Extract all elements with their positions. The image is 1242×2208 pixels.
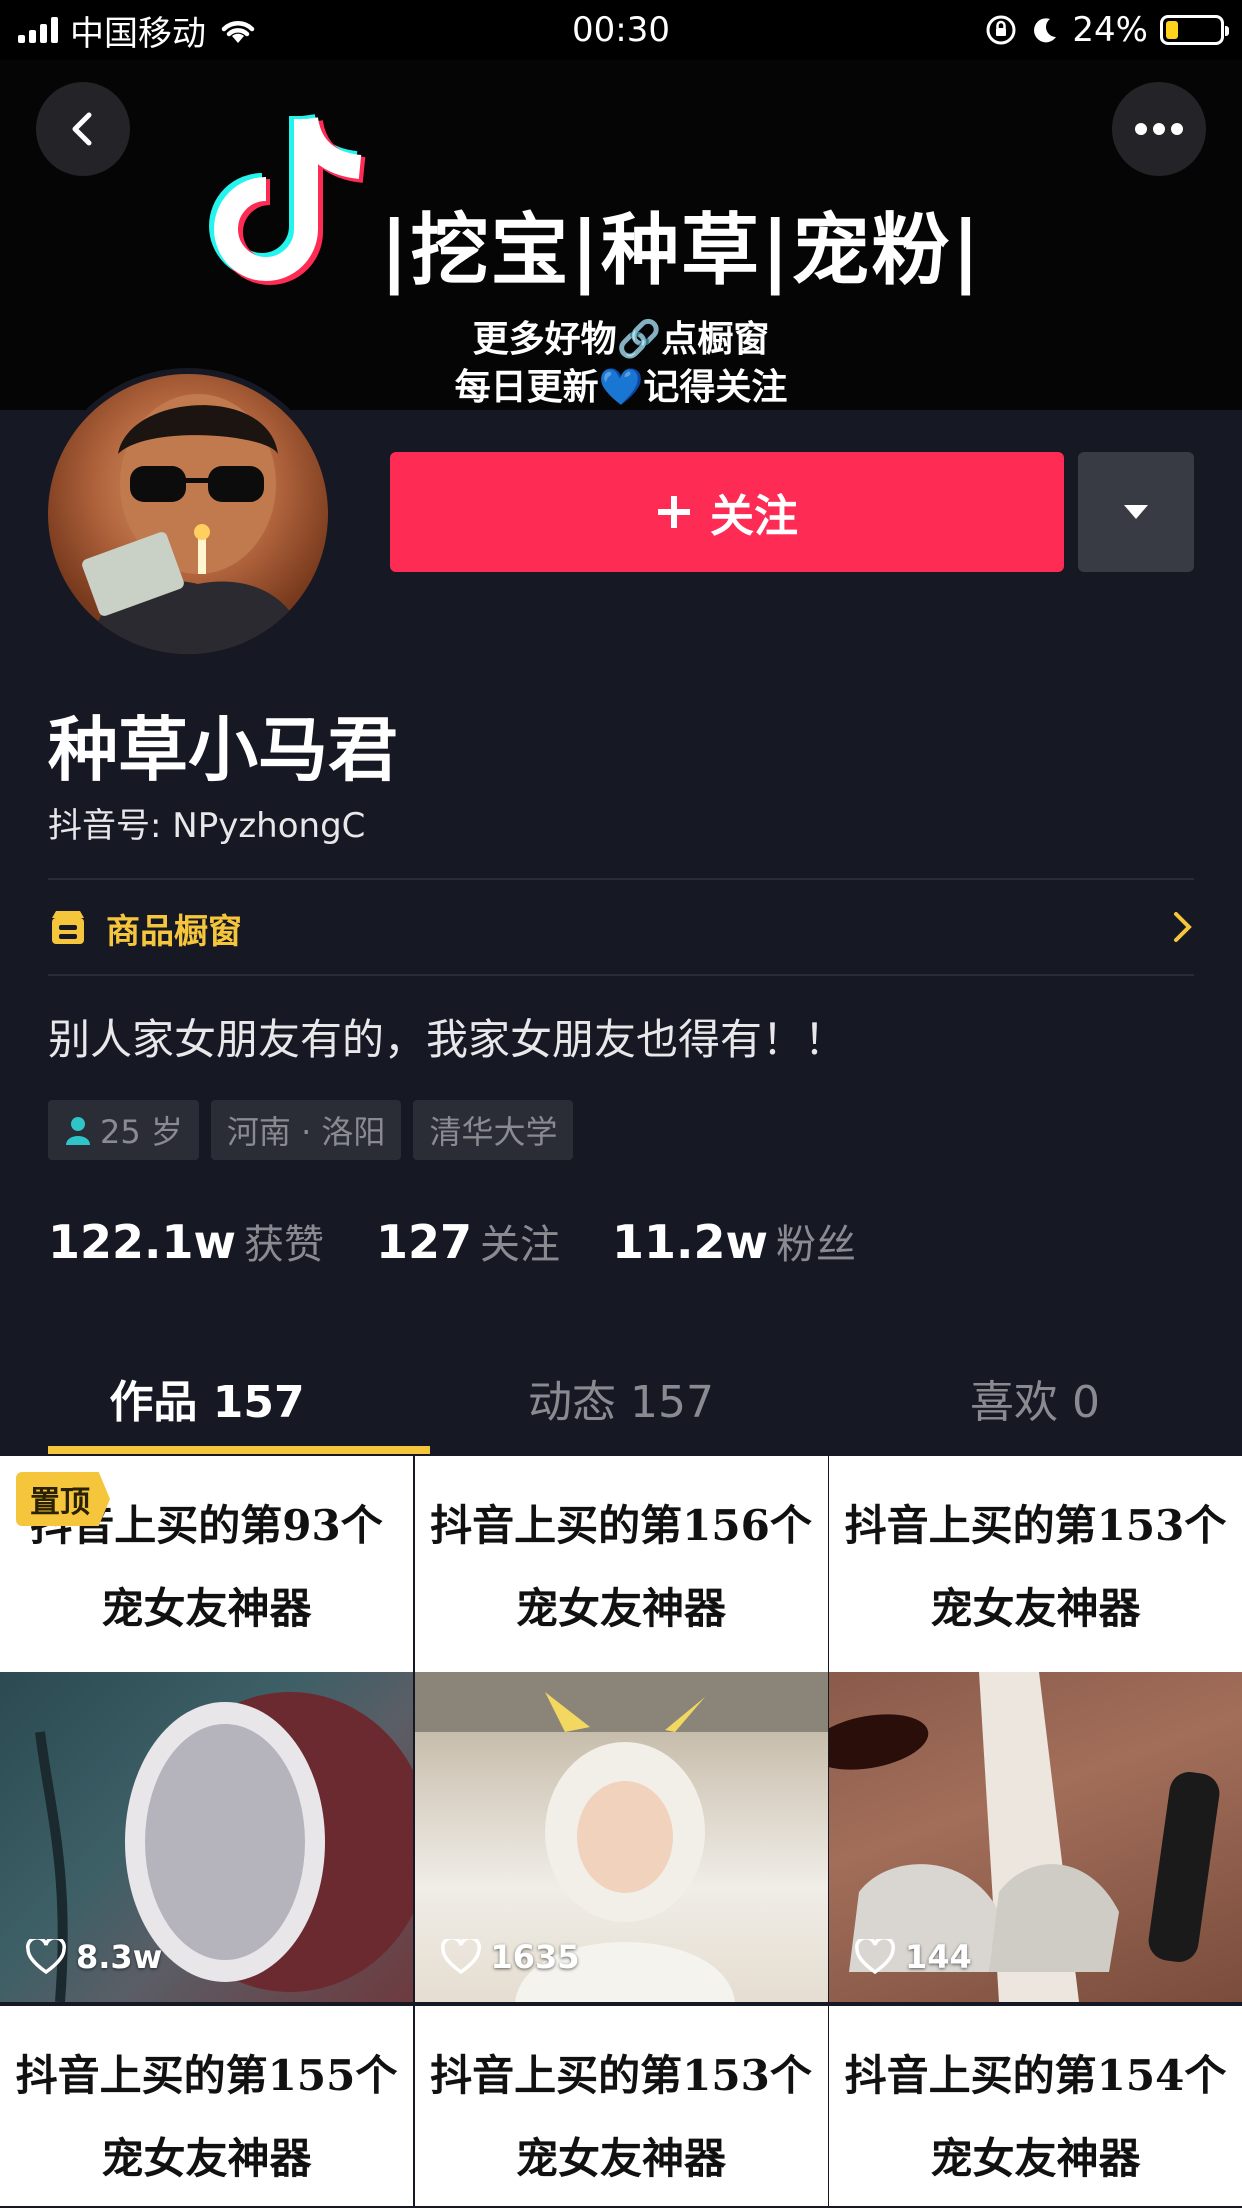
rotation-lock-icon <box>986 15 1016 45</box>
video-caption: 抖音上买的第153个 宠女友神器 <box>829 1456 1242 1672</box>
banner-line-1: 更多好物🔗点橱窗 <box>472 319 770 360</box>
battery-icon <box>1160 15 1229 45</box>
plus-icon <box>658 496 690 528</box>
heart-icon <box>855 1939 895 1975</box>
more-button[interactable] <box>1112 82 1206 176</box>
divider <box>48 974 1194 976</box>
caption-line-1: 抖音上买的第156个 <box>430 1501 812 1550</box>
tab-works[interactable]: 作品 157 <box>0 1340 414 1456</box>
bio: 别人家女朋友有的，我家女朋友也得有！！ <box>48 1015 847 1064</box>
shop-window-label: 商品橱窗 <box>106 911 242 952</box>
tiktok-logo-icon <box>209 113 366 285</box>
nickname: 种草小马君 <box>48 709 398 791</box>
profile-tags: 25 岁 河南 · 洛阳 清华大学 <box>48 1100 574 1160</box>
tag-location: 河南 · 洛阳 <box>210 1100 402 1160</box>
video-likes-count: 144 <box>905 1938 972 1976</box>
battery-percent: 24% <box>1072 10 1148 50</box>
status-bar: 中国移动 00:30 24% <box>0 0 1242 60</box>
video-thumbnail[interactable]: 抖音上买的第93个 宠女友神器 置顶 8.3w <box>0 1456 413 2002</box>
moon-icon <box>1034 18 1057 43</box>
caret-down-icon <box>1124 505 1148 519</box>
tag-age: 25 岁 <box>48 1100 199 1160</box>
back-button[interactable] <box>36 82 130 176</box>
caption-line-1: 抖音上买的第154个 <box>844 2051 1227 2100</box>
tab-moments[interactable]: 动态 157 <box>414 1340 828 1456</box>
video-thumbnail[interactable]: 抖音上买的第154个 宠女友神器 <box>829 2006 1242 2206</box>
video-caption: 抖音上买的第153个 宠女友神器 <box>414 2006 828 2206</box>
tag-school: 清华大学 <box>413 1100 574 1160</box>
user-icon <box>66 1117 90 1145</box>
stat-following[interactable]: 127 关注 <box>376 1212 560 1270</box>
caption-line-1: 抖音上买的第153个 <box>430 2051 812 2100</box>
stat-followers[interactable]: 11.2w 粉丝 <box>612 1212 856 1270</box>
tag-school-label: 清华大学 <box>429 1113 558 1151</box>
video-likes: 1635 <box>440 1938 580 1976</box>
avatar-portrait-icon <box>82 394 308 654</box>
shop-icon <box>52 911 84 944</box>
caption-line-2: 宠女友神器 <box>930 2134 1141 2183</box>
wifi-icon <box>221 21 255 43</box>
profile-stats: 122.1w 获赞 127 关注 11.2w 粉丝 <box>48 1212 856 1270</box>
tab-likes[interactable]: 喜欢 0 <box>828 1340 1242 1456</box>
video-likes-count: 8.3w <box>76 1938 163 1976</box>
stat-likes-count: 122.1w <box>48 1215 236 1269</box>
active-tab-indicator <box>48 1446 430 1454</box>
more-dots-icon <box>1135 123 1183 135</box>
heart-icon <box>26 1939 66 1975</box>
stat-following-count: 127 <box>376 1215 473 1269</box>
signal-icon <box>18 17 58 43</box>
caption-line-2: 宠女友神器 <box>515 2134 726 2183</box>
shop-window-row[interactable]: 商品橱窗 <box>48 880 1194 976</box>
caption-line-2: 宠女友神器 <box>101 2134 312 2183</box>
video-thumbnail[interactable]: 抖音上买的第153个 宠女友神器 144 <box>829 1456 1242 2002</box>
video-caption: 抖音上买的第155个 宠女友神器 <box>0 2006 413 2206</box>
back-arrow-icon <box>72 112 92 146</box>
video-caption: 抖音上买的第156个 宠女友神器 <box>414 1456 828 1672</box>
battery-fill <box>1166 21 1179 39</box>
stat-likes: 122.1w 获赞 <box>48 1212 324 1270</box>
avatar-image <box>48 374 328 654</box>
stat-following-label: 关注 <box>480 1222 561 1268</box>
content-tabs: 作品 157 动态 157 喜欢 0 <box>0 1340 1242 1456</box>
video-grid: 抖音上买的第93个 宠女友神器 置顶 8.3w 抖音上买的第156个 宠女友神器 <box>0 1456 1242 2206</box>
stat-likes-label: 获赞 <box>244 1222 324 1268</box>
video-likes: 8.3w <box>26 1938 162 1976</box>
caption-line-2: 宠女友神器 <box>515 1584 726 1633</box>
status-right: 24% <box>984 10 1229 50</box>
heart-icon <box>440 1939 481 1975</box>
carrier-label: 中国移动 <box>70 13 206 54</box>
banner-slogan: |挖宝|种草|宠粉| <box>380 206 982 296</box>
chevron-right-icon <box>1174 912 1192 942</box>
pinned-badge: 置顶 <box>16 1472 110 1526</box>
tag-location-label: 河南 · 洛阳 <box>226 1113 386 1151</box>
follow-label: 关注 <box>710 491 798 542</box>
tag-age-label: 25 岁 <box>100 1113 183 1151</box>
video-caption: 抖音上买的第154个 宠女友神器 <box>829 2006 1242 2206</box>
stat-followers-count: 11.2w <box>612 1215 769 1269</box>
stat-followers-label: 粉丝 <box>776 1222 857 1268</box>
caption-line-1: 抖音上买的第153个 <box>844 1501 1227 1550</box>
video-thumbnail[interactable]: 抖音上买的第155个 宠女友神器 <box>0 2006 413 2206</box>
douyin-id: 抖音号: NPyzhongC <box>48 806 366 846</box>
video-likes: 144 <box>855 1938 972 1976</box>
profile-banner: |挖宝|种草|宠粉| 更多好物🔗点橱窗 每日更新💙记得关注 <box>0 60 1242 410</box>
caption-line-2: 宠女友神器 <box>930 1584 1141 1633</box>
caption-line-1: 抖音上买的第155个 <box>15 2051 398 2100</box>
status-left: 中国移动 <box>18 6 258 55</box>
video-thumbnail[interactable]: 抖音上买的第153个 宠女友神器 <box>414 2006 828 2206</box>
caption-line-2: 宠女友神器 <box>101 1584 312 1633</box>
video-thumbnail[interactable]: 抖音上买的第156个 宠女友神器 1635 <box>414 1456 828 2002</box>
recommend-dropdown-button[interactable] <box>1078 452 1194 572</box>
video-likes-count: 1635 <box>490 1938 580 1976</box>
follow-button[interactable]: 关注 <box>390 452 1064 572</box>
avatar[interactable] <box>42 368 334 660</box>
